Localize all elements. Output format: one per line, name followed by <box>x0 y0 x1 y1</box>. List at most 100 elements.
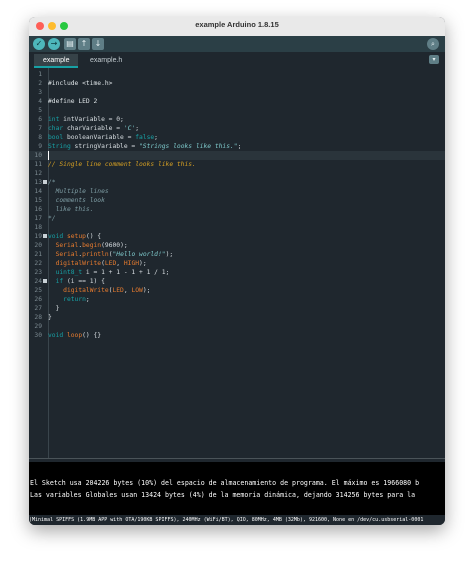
code-line[interactable]: 23 uint8_t i = 1 + 1 - 1 + 1 / 1; <box>29 268 445 277</box>
code-line[interactable]: 2 #include <time.h> <box>29 79 445 88</box>
code-line[interactable]: 10 <box>29 151 445 160</box>
code-text: /* <box>48 179 56 186</box>
new-sketch-button[interactable]: ▤ <box>64 38 76 50</box>
fold-toggle-icon[interactable] <box>43 180 47 184</box>
toolbar: ✓ → ▤ ↑ ↓ ⌕ <box>29 36 445 52</box>
line-number: 14 <box>34 188 42 195</box>
code-text: return; <box>63 296 90 303</box>
code-text: #define LED 2 <box>48 98 98 105</box>
console-line: El Sketch usa 204226 bytes (10%) del esp… <box>30 479 420 487</box>
line-number: 19 <box>34 233 42 240</box>
fold-toggle-icon[interactable] <box>43 279 47 283</box>
tab-menu-button[interactable]: ▾ <box>429 55 439 64</box>
code-line[interactable]: 4 #define LED 2 <box>29 97 445 106</box>
code-line[interactable]: 25 digitalWrite(LED, LOW); <box>29 286 445 295</box>
save-sketch-button[interactable]: ↓ <box>92 38 104 50</box>
line-number: 20 <box>34 242 42 249</box>
fold-toggle-icon[interactable] <box>43 234 47 238</box>
code-line[interactable]: 1 <box>29 70 445 79</box>
code-text: } <box>48 305 60 312</box>
code-line[interactable]: 13 /* <box>29 178 445 187</box>
code-line[interactable]: 18 <box>29 223 445 232</box>
code-line[interactable]: 27 } <box>29 304 445 313</box>
line-number: 24 <box>34 278 42 285</box>
code-line[interactable]: 8 bool booleanVariable = false; <box>29 133 445 142</box>
status-bar: (Minimal SPIFFS (1.9MB APP with OTA/190K… <box>29 515 445 525</box>
chevron-down-icon: ▾ <box>432 56 436 63</box>
code-line[interactable]: 11 // Single line comment looks like this… <box>29 160 445 169</box>
window-title: example Arduino 1.8.15 <box>195 20 279 29</box>
code-line[interactable]: 29 <box>29 322 445 331</box>
line-number: 8 <box>38 134 42 141</box>
code-text: char charVariable = 'C'; <box>48 125 140 132</box>
line-number: 13 <box>34 179 42 186</box>
open-sketch-button[interactable]: ↑ <box>78 38 90 50</box>
line-number: 26 <box>34 296 42 303</box>
code-line[interactable]: 30 void loop() {} <box>29 331 445 340</box>
code-line[interactable]: 24 if (i == 1) { <box>29 277 445 286</box>
arrow-up-icon: ↑ <box>80 39 88 48</box>
code-line[interactable]: 26 return; <box>29 295 445 304</box>
code-text: String stringVariable = "Strings looks l… <box>48 143 242 150</box>
arrow-down-icon: ↓ <box>94 39 102 48</box>
line-number: 29 <box>34 323 42 330</box>
verify-button[interactable]: ✓ <box>33 38 45 50</box>
code-editor[interactable]: 1 2 #include <time.h> 3 4 #define LED 2 5 6 int … <box>29 68 445 458</box>
code-text: if (i == 1) { <box>55 278 105 285</box>
code-text: digitalWrite(LED, LOW); <box>63 287 151 294</box>
code-line[interactable]: 22 digitalWrite(LED, HIGH); <box>29 259 445 268</box>
tab-example-h[interactable]: example.h <box>81 54 131 68</box>
code-line[interactable]: 3 <box>29 88 445 97</box>
code-text: void setup() { <box>48 233 102 240</box>
code-line[interactable]: 16 like this. <box>29 205 445 214</box>
checkmark-icon: ✓ <box>35 39 43 48</box>
code-line[interactable]: 20 Serial.begin(9600); <box>29 241 445 250</box>
code-text: int intVariable = 0; <box>48 116 124 123</box>
line-number: 16 <box>34 206 42 213</box>
line-number: 11 <box>34 161 42 168</box>
line-number: 5 <box>38 107 42 114</box>
arrow-right-icon: → <box>50 39 58 48</box>
line-number: 12 <box>34 170 42 177</box>
title-bar: example Arduino 1.8.15 <box>29 17 445 37</box>
code-line[interactable]: 7 char charVariable = 'C'; <box>29 124 445 133</box>
console-output: El Sketch usa 204226 bytes (10%) del esp… <box>29 462 445 515</box>
line-number: 17 <box>34 215 42 222</box>
line-number: 21 <box>34 251 42 258</box>
code-line[interactable]: 14 Multiple lines <box>29 187 445 196</box>
magnifier-icon: ⌕ <box>431 40 435 48</box>
code-line[interactable]: 12 <box>29 169 445 178</box>
serial-monitor-button[interactable]: ⌕ <box>427 38 439 50</box>
ide-window: example Arduino 1.8.15 ✓ → ▤ ↑ ↓ ⌕ examp… <box>29 17 445 525</box>
line-number: 3 <box>38 89 42 96</box>
upload-button[interactable]: → <box>48 38 60 50</box>
line-number: 22 <box>34 260 42 267</box>
code-text: #include <time.h> <box>48 80 113 87</box>
line-number: 18 <box>34 224 42 231</box>
tab-example[interactable]: example <box>34 54 79 68</box>
code-text: Serial.begin(9600); <box>55 242 128 249</box>
code-line[interactable]: 19 void setup() { <box>29 232 445 241</box>
code-line[interactable]: 17 */ <box>29 214 445 223</box>
code-text: uint8_t i = 1 + 1 - 1 + 1 / 1; <box>55 269 170 276</box>
code-line[interactable]: 6 int intVariable = 0; <box>29 115 445 124</box>
code-text: */ <box>48 215 56 222</box>
console-line: Las variables Globales usan 13424 bytes … <box>30 491 416 499</box>
code-text: comments look <box>48 197 105 204</box>
text-cursor <box>48 151 49 160</box>
tab-bar: example example.h ▾ <box>29 52 445 68</box>
code-line[interactable]: 21 Serial.println("Hello world!"); <box>29 250 445 259</box>
line-number: 9 <box>38 143 42 150</box>
code-line[interactable]: 15 comments look <box>29 196 445 205</box>
code-text: like this. <box>48 206 94 213</box>
line-number: 7 <box>38 125 42 132</box>
document-icon: ▤ <box>66 39 74 48</box>
code-line[interactable]: 5 <box>29 106 445 115</box>
code-line[interactable]: 9 String stringVariable = "Strings looks … <box>29 142 445 151</box>
line-number: 6 <box>38 116 42 123</box>
code-line[interactable]: 28} <box>29 313 445 322</box>
line-number: 2 <box>38 80 42 87</box>
line-number: 4 <box>38 98 42 105</box>
line-number: 10 <box>34 152 42 159</box>
code-text: // Single line comment looks like this. <box>48 161 196 168</box>
